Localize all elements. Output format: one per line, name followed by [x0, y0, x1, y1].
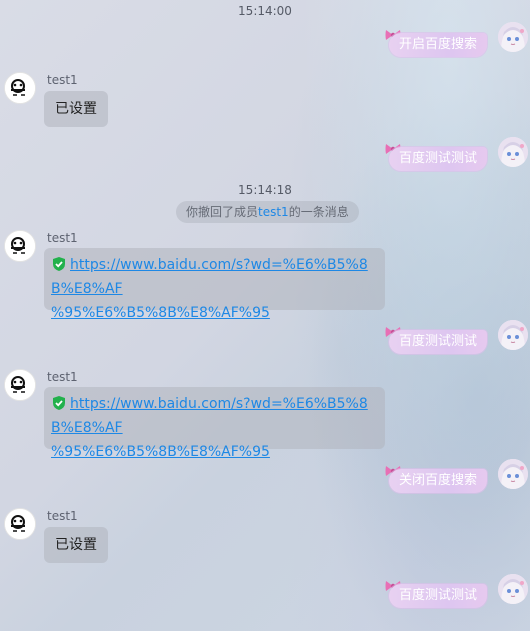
anime-girl-avatar-icon: [498, 22, 528, 52]
message-link[interactable]: https://www.baidu.com/s?wd=%E6%B5%8B%E8%…: [51, 253, 378, 325]
robot-avatar-icon: [5, 73, 35, 103]
message-bubble-outgoing[interactable]: 百度测试测试: [388, 147, 487, 171]
sender-name: test1: [47, 73, 78, 87]
message-link-line2: %95%E6%B5%8B%E8%AF%95: [51, 444, 270, 460]
sender-name: test1: [47, 509, 78, 523]
recall-notice-member[interactable]: test1: [258, 205, 289, 219]
sender-name: test1: [47, 231, 78, 245]
user-avatar[interactable]: [498, 574, 528, 604]
message-bubble-incoming-link: https://www.baidu.com/s?wd=%E6%B5%8B%E8%…: [44, 387, 385, 460]
contact-avatar[interactable]: [4, 72, 36, 104]
anime-girl-avatar-icon: [498, 137, 528, 167]
contact-avatar[interactable]: [4, 230, 36, 262]
message-link-line1: https://www.baidu.com/s?wd=%E6%B5%8B%E8%…: [51, 257, 368, 297]
robot-avatar-icon: [5, 231, 35, 261]
message-bubble-outgoing[interactable]: 百度测试测试: [388, 330, 487, 354]
sender-name: test1: [47, 370, 78, 384]
message-bubble-outgoing[interactable]: 关闭百度搜索: [388, 469, 487, 493]
user-avatar[interactable]: [498, 320, 528, 350]
message-bubble-outgoing[interactable]: 开启百度搜索: [388, 33, 487, 57]
timestamp: 15:14:00: [238, 4, 292, 18]
user-avatar[interactable]: [498, 22, 528, 52]
anime-girl-avatar-icon: [498, 320, 528, 350]
recall-notice-suffix: 的一条消息: [288, 205, 349, 219]
contact-avatar[interactable]: [4, 508, 36, 540]
user-avatar[interactable]: [498, 459, 528, 489]
message-bubble-incoming[interactable]: 已设置: [44, 527, 108, 563]
robot-avatar-icon: [5, 370, 35, 400]
message-link[interactable]: https://www.baidu.com/s?wd=%E6%B5%8B%E8%…: [51, 392, 378, 464]
message-bubble-incoming[interactable]: 已设置: [44, 91, 108, 127]
user-avatar[interactable]: [498, 137, 528, 167]
recall-notice-prefix: 你撤回了成员: [186, 205, 259, 219]
message-bubble-incoming-link: https://www.baidu.com/s?wd=%E6%B5%8B%E8%…: [44, 248, 385, 321]
recall-notice: 你撤回了成员test1的一条消息: [176, 201, 359, 223]
verified-shield-icon: [53, 396, 65, 410]
message-link-line2: %95%E6%B5%8B%E8%AF%95: [51, 305, 270, 321]
message-bubble-outgoing[interactable]: 百度测试测试: [388, 584, 487, 608]
verified-shield-icon: [53, 257, 65, 271]
contact-avatar[interactable]: [4, 369, 36, 401]
anime-girl-avatar-icon: [498, 574, 528, 604]
message-link-line1: https://www.baidu.com/s?wd=%E6%B5%8B%E8%…: [51, 396, 368, 436]
timestamp: 15:14:18: [238, 183, 292, 197]
robot-avatar-icon: [5, 509, 35, 539]
anime-girl-avatar-icon: [498, 459, 528, 489]
